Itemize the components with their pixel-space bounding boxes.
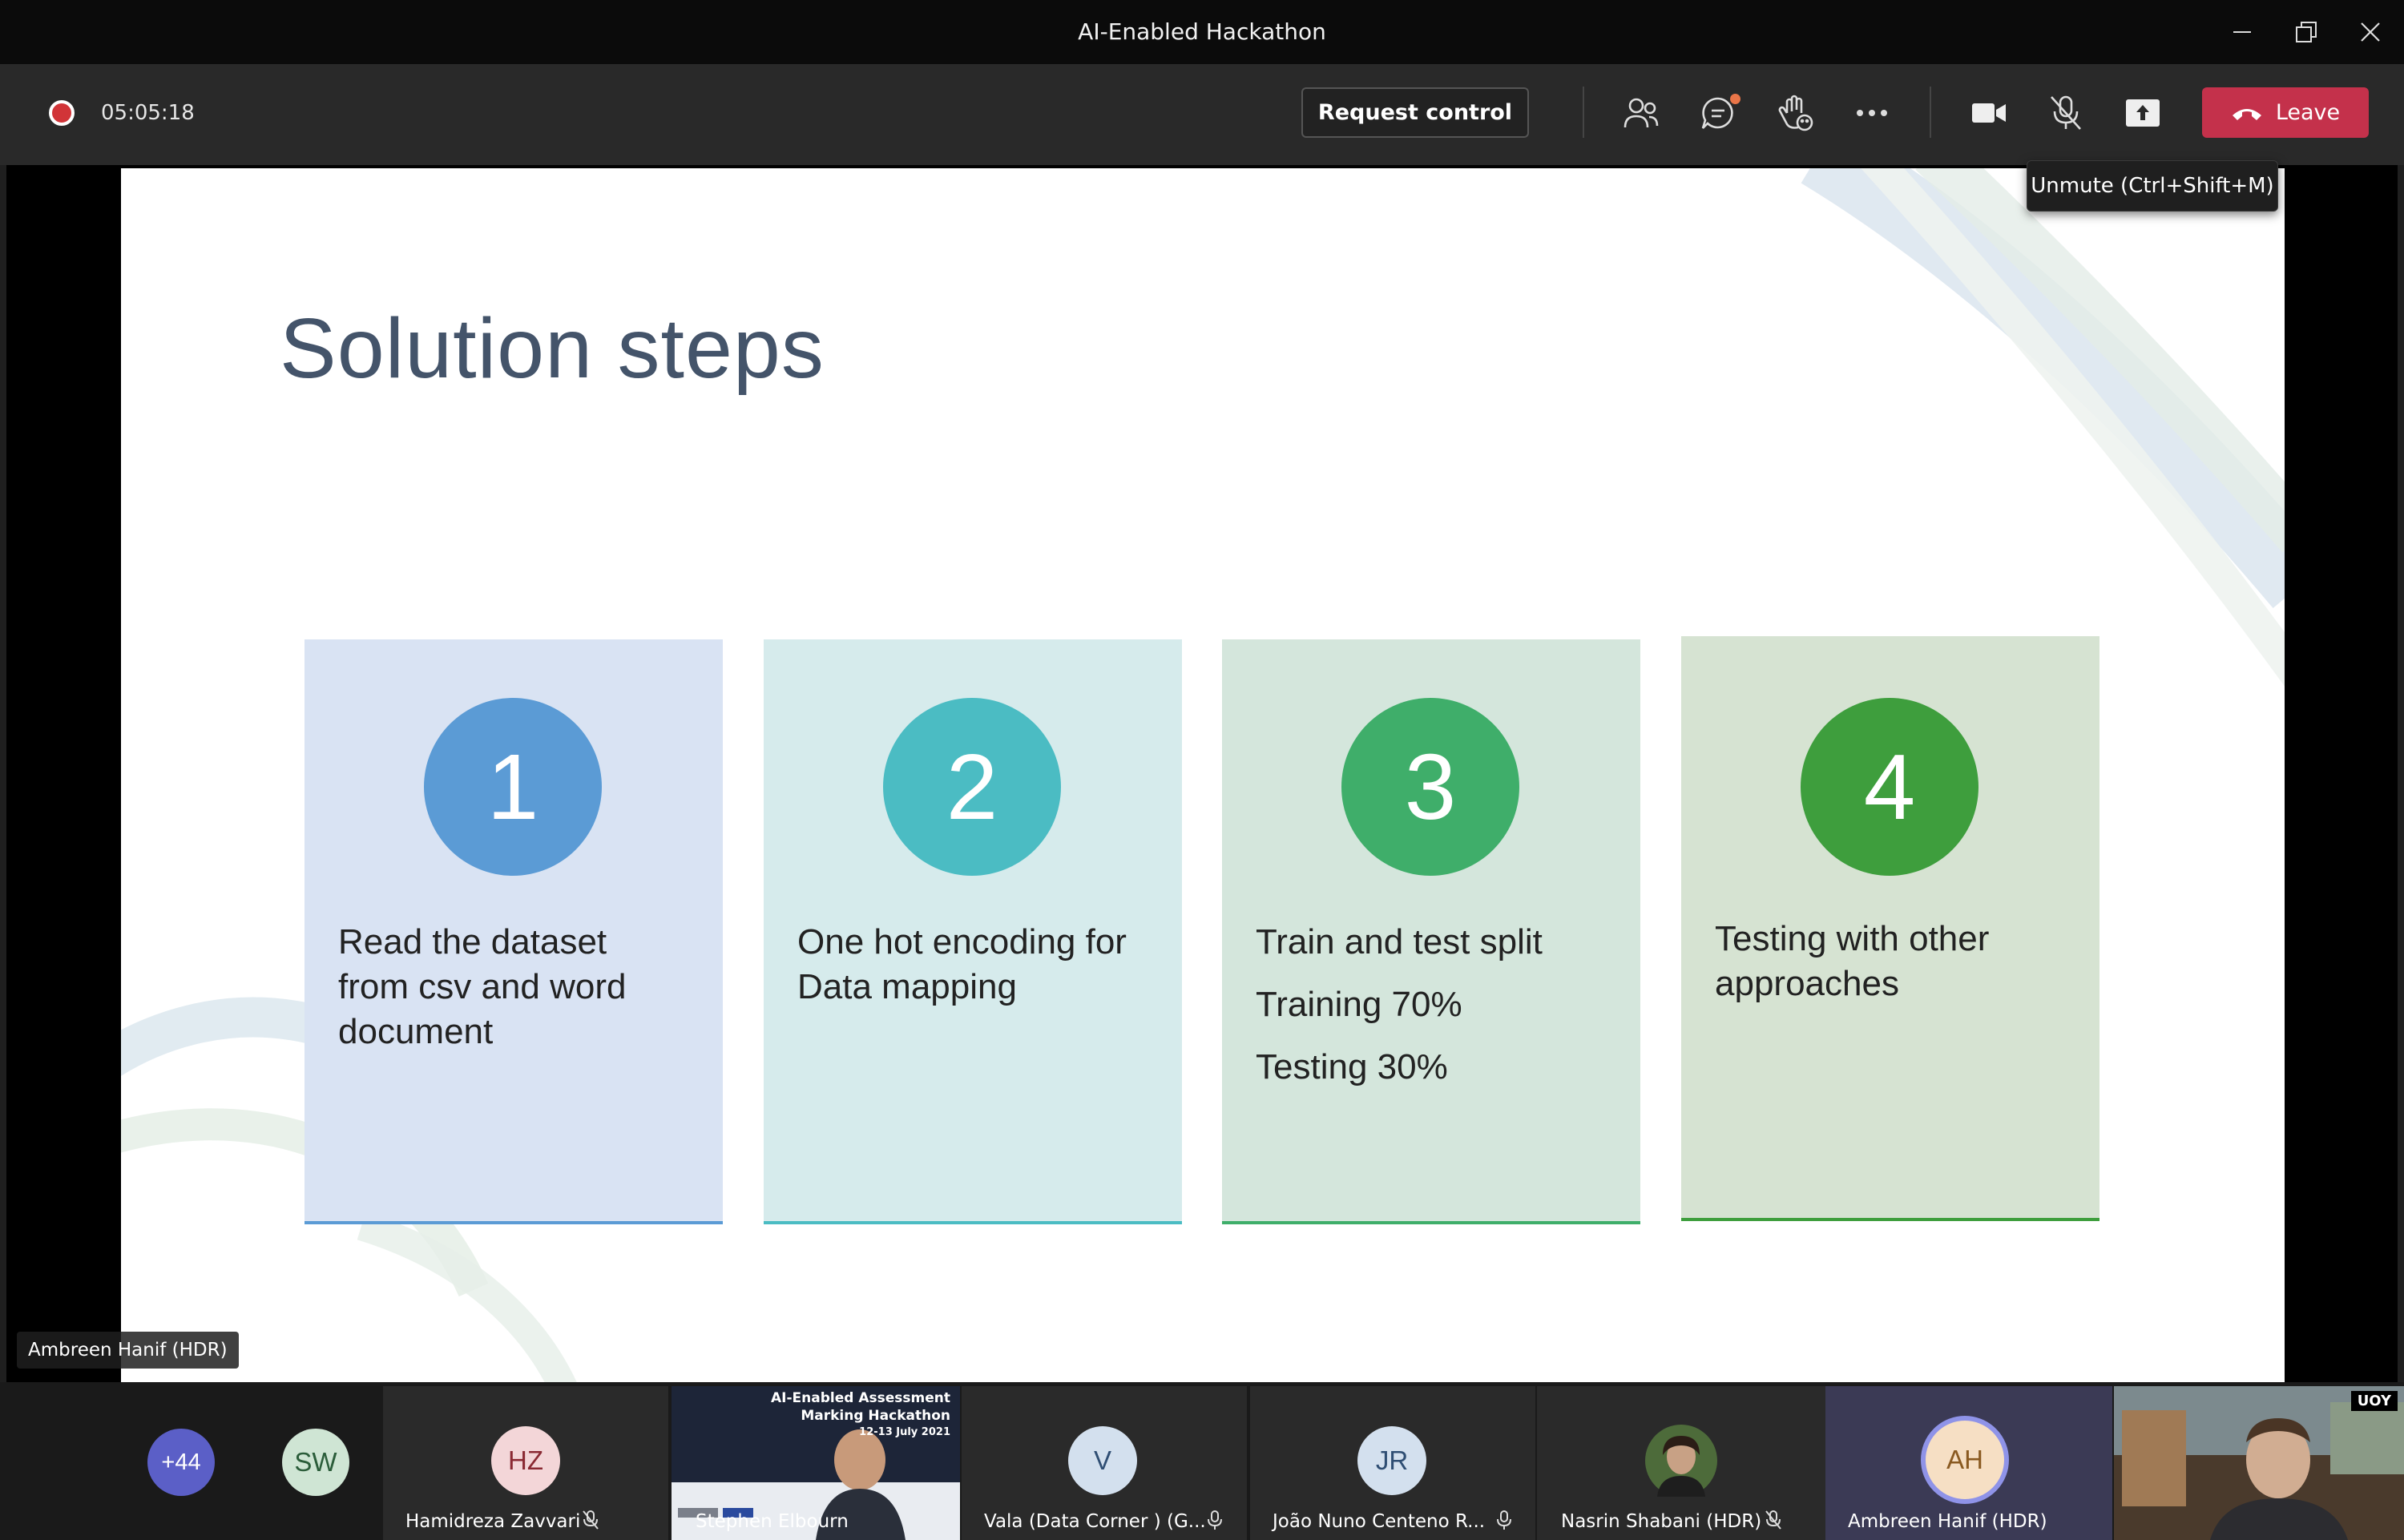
step-card-4: 4 Testing with other approaches xyxy=(1681,636,2099,1221)
step-3-line: Testing 30% xyxy=(1256,1047,1448,1086)
participant-name: Hamidreza Zavvari xyxy=(405,1511,581,1532)
title-bar: AI-Enabled Hackathon xyxy=(0,0,2404,64)
participant-avatar[interactable]: SW xyxy=(282,1429,349,1496)
step-3-line: Training 70% xyxy=(1256,985,1462,1024)
more-icon[interactable] xyxy=(1846,88,1898,138)
step-1-line: from csv and word xyxy=(338,967,627,1006)
leave-label: Leave xyxy=(2275,100,2341,125)
reactions-icon[interactable] xyxy=(1769,88,1821,138)
participant-name: Stephen Elbourn xyxy=(696,1511,849,1532)
participant-name: Vala (Data Corner ) (G... xyxy=(984,1511,1206,1532)
chat-icon[interactable] xyxy=(1692,88,1744,138)
video-caption: AI-Enabled Assessment Marking Hackathon xyxy=(771,1390,950,1424)
meeting-timer: 05:05:18 xyxy=(101,101,195,125)
toolbar-divider xyxy=(1930,87,1931,138)
presentation-slide: Solution steps 1 Read the dataset from c… xyxy=(121,168,2285,1382)
mic-muted-icon xyxy=(583,1510,599,1530)
step-card-2: 2 One hot encoding for Data mapping xyxy=(764,639,1182,1224)
request-control-button[interactable]: Request control xyxy=(1301,87,1529,138)
participant-avatar: V xyxy=(1068,1426,1137,1495)
step-1-line: Read the dataset xyxy=(338,922,607,961)
participant-name: Ambreen Hanif (HDR) xyxy=(1848,1511,2047,1532)
step-number-4: 4 xyxy=(1801,698,1978,876)
participant-tile[interactable]: HZ Hamidreza Zavvari xyxy=(383,1386,668,1540)
step-text-2: One hot encoding for Data mapping xyxy=(797,920,1166,1010)
people-icon[interactable] xyxy=(1615,88,1667,138)
step-number-2: 2 xyxy=(883,698,1061,876)
participant-tile[interactable]: JR João Nuno Centeno R... xyxy=(1250,1386,1535,1540)
participant-avatar: JR xyxy=(1357,1426,1426,1495)
participant-video-tile[interactable]: UOY xyxy=(2114,1386,2404,1540)
mic-icon xyxy=(1497,1510,1511,1530)
step-card-1: 1 Read the dataset from csv and word doc… xyxy=(305,639,723,1224)
step-text-3: Train and test split Training 70% Testin… xyxy=(1256,920,1624,1090)
toolbar-divider xyxy=(1583,87,1584,138)
participant-video-tile[interactable]: AI-Enabled Assessment Marking Hackathon … xyxy=(672,1386,960,1540)
step-2-line: Data mapping xyxy=(797,967,1017,1006)
mic-icon xyxy=(1208,1510,1222,1530)
recording-icon xyxy=(49,100,75,126)
minimize-icon[interactable] xyxy=(2210,0,2274,64)
leave-button[interactable]: Leave xyxy=(2202,87,2369,138)
participant-tile[interactable]: V Vala (Data Corner ) (G... xyxy=(962,1386,1247,1540)
share-icon[interactable] xyxy=(2117,88,2168,138)
slide-title: Solution steps xyxy=(280,301,825,396)
video-subcaption: 12-13 July 2021 xyxy=(859,1426,950,1438)
step-number-3: 3 xyxy=(1341,698,1519,876)
unread-badge xyxy=(1730,94,1740,104)
step-text-1: Read the dataset from csv and word docum… xyxy=(338,920,707,1054)
step-1-line: document xyxy=(338,1012,494,1051)
step-number-1: 1 xyxy=(424,698,602,876)
step-2-line: One hot encoding for xyxy=(797,922,1127,961)
video-badge: UOY xyxy=(2350,1391,2398,1411)
participant-avatar: HZ xyxy=(491,1426,560,1495)
hang-up-icon xyxy=(2232,108,2261,120)
step-card-3: 3 Train and test split Training 70% Test… xyxy=(1222,639,1640,1224)
step-text-4: Testing with other approaches xyxy=(1715,917,2083,1006)
participant-name: Nasrin Shabani (HDR) xyxy=(1561,1511,1762,1532)
window-title: AI-Enabled Hackathon xyxy=(1078,18,1326,45)
participant-avatar: AH xyxy=(1921,1416,2009,1504)
participant-tile-speaking[interactable]: AH Ambreen Hanif (HDR) xyxy=(1825,1386,2112,1540)
participant-name: João Nuno Centeno R... xyxy=(1273,1511,1486,1532)
camera-icon[interactable] xyxy=(1963,88,2015,138)
close-icon[interactable] xyxy=(2338,0,2402,64)
step-3-line: Train and test split xyxy=(1256,922,1543,961)
overflow-participants-button[interactable]: +44 xyxy=(147,1429,215,1496)
participant-photo xyxy=(1645,1425,1717,1497)
presenter-label: Ambreen Hanif (HDR) xyxy=(17,1332,239,1369)
step-4-line: approaches xyxy=(1715,964,1899,1003)
mic-muted-icon xyxy=(1765,1510,1781,1530)
participant-tile[interactable]: Nasrin Shabani (HDR) xyxy=(1537,1386,1825,1540)
step-4-line: Testing with other xyxy=(1715,919,1990,958)
mic-muted-icon[interactable] xyxy=(2040,88,2091,138)
unmute-tooltip: Unmute (Ctrl+Shift+M) xyxy=(2027,160,2278,212)
restore-icon[interactable] xyxy=(2274,0,2338,64)
